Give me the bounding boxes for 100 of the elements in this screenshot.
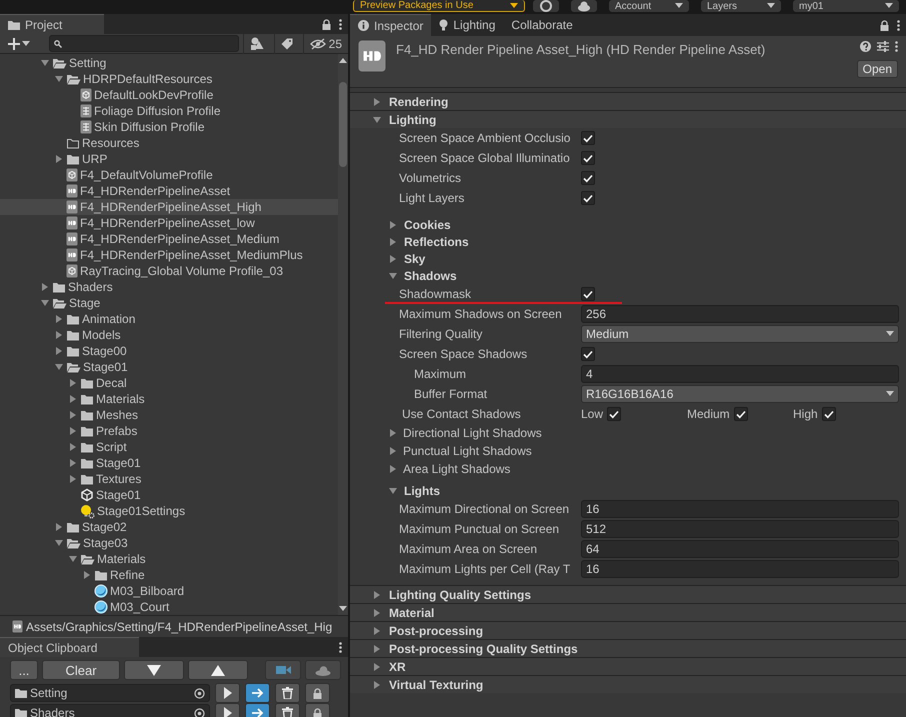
lock-button[interactable] <box>305 683 330 703</box>
tree-item[interactable]: Meshes <box>0 407 338 423</box>
help-icon[interactable] <box>860 41 871 52</box>
layout-dropdown[interactable]: my01 <box>793 0 899 12</box>
disclosure-triangle-icon[interactable] <box>69 427 77 435</box>
tree-item[interactable]: Foliage Diffusion Profile <box>0 103 338 119</box>
tree-item[interactable]: HDRPDefaultResources <box>0 71 338 87</box>
tree-item[interactable]: Script <box>0 439 338 455</box>
lock-icon[interactable] <box>322 18 331 30</box>
disclosure-triangle-icon[interactable] <box>389 447 397 455</box>
tree-item[interactable]: F4_HDRenderPipelineAsset_Medium <box>0 231 338 247</box>
disclosure-triangle-icon[interactable] <box>69 555 77 563</box>
panel-tab[interactable]: Project <box>0 14 104 34</box>
number-field[interactable]: 64 <box>581 540 899 558</box>
disclosure-triangle-icon[interactable] <box>55 315 63 323</box>
disclosure-triangle-icon[interactable] <box>389 465 397 473</box>
disclosure-triangle-icon[interactable] <box>83 571 91 579</box>
disclosure-triangle-icon[interactable] <box>69 379 77 387</box>
menu-icon[interactable] <box>897 20 900 30</box>
subsection-header[interactable]: Reflections <box>350 233 906 250</box>
number-field[interactable]: 16 <box>581 560 899 578</box>
target-icon[interactable] <box>194 708 205 717</box>
disclosure-triangle-icon[interactable] <box>41 283 49 291</box>
tree-item[interactable]: M03_Court <box>0 599 338 615</box>
disclosure-triangle-icon[interactable] <box>389 486 397 494</box>
dropdown[interactable]: Medium <box>581 325 899 343</box>
tree-item[interactable]: M03_Bilboard <box>0 583 338 599</box>
disclosure-triangle-icon[interactable] <box>373 626 381 634</box>
ping-button[interactable] <box>245 703 270 717</box>
tree-item[interactable]: Shaders <box>0 279 338 295</box>
section-header[interactable]: Rendering <box>350 92 906 110</box>
disclosure-triangle-icon[interactable] <box>69 475 77 483</box>
checkbox[interactable] <box>822 407 836 421</box>
tree-item[interactable]: Stage00 <box>0 343 338 359</box>
scroll-up-icon[interactable] <box>339 58 347 63</box>
number-field[interactable]: 4 <box>581 365 899 383</box>
lock-button[interactable] <box>305 703 330 717</box>
hidden-packages-button[interactable]: 25 <box>302 34 348 54</box>
cloud-button[interactable] <box>571 0 597 12</box>
select-button[interactable] <box>215 703 240 717</box>
disclosure-triangle-icon[interactable] <box>373 680 381 688</box>
disclosure-triangle-icon[interactable] <box>389 220 397 228</box>
preview-packages-dropdown[interactable]: Preview Packages in Use <box>353 0 525 12</box>
tree-item[interactable]: Models <box>0 327 338 343</box>
open-button[interactable]: Open <box>856 60 898 78</box>
tree-item[interactable]: DefaultLookDevProfile <box>0 87 338 103</box>
disclosure-triangle-icon[interactable] <box>69 443 77 451</box>
delete-button[interactable] <box>275 703 300 717</box>
checkbox[interactable] <box>581 131 595 145</box>
more-button[interactable]: ... <box>10 660 38 680</box>
subsection-header[interactable]: Shadows <box>350 267 906 284</box>
account-dropdown[interactable]: Account <box>609 0 689 12</box>
move-down-button[interactable] <box>124 660 184 680</box>
disclosure-triangle-icon[interactable] <box>55 75 63 83</box>
disclosure-triangle-icon[interactable] <box>55 523 63 531</box>
section-header[interactable]: Lighting Quality Settings <box>350 585 906 603</box>
disclosure-triangle-icon[interactable] <box>55 331 63 339</box>
disclosure-triangle-icon[interactable] <box>373 608 381 616</box>
tree-item[interactable]: Stage02 <box>0 519 338 535</box>
ping-button[interactable] <box>245 683 270 703</box>
foldout[interactable]: Directional Light Shadows <box>350 424 906 442</box>
number-field[interactable]: 512 <box>581 520 899 538</box>
object-field[interactable]: Shaders <box>10 704 210 717</box>
clear-button[interactable]: Clear <box>42 660 120 680</box>
tree-item[interactable]: Skin Diffusion Profile <box>0 119 338 135</box>
tree-item[interactable]: Stage <box>0 295 338 311</box>
disclosure-triangle-icon[interactable] <box>373 590 381 598</box>
disclosure-triangle-icon[interactable] <box>389 238 397 246</box>
tree-item[interactable]: Stage01 <box>0 487 338 503</box>
layers-dropdown[interactable]: Layers <box>701 0 781 12</box>
disclosure-triangle-icon[interactable] <box>373 644 381 652</box>
tree-item[interactable]: Stage01Settings <box>0 503 338 519</box>
scrollbar-thumb[interactable] <box>339 82 347 167</box>
disclosure-triangle-icon[interactable] <box>389 272 397 280</box>
disclosure-triangle-icon[interactable] <box>389 254 397 262</box>
tree-item[interactable]: Textures <box>0 471 338 487</box>
disclosure-triangle-icon[interactable] <box>41 299 49 307</box>
subsection-header[interactable]: Lights <box>350 482 906 499</box>
camera-button[interactable] <box>265 660 301 680</box>
section-header[interactable]: Post-processing Quality Settings <box>350 639 906 657</box>
tree-item[interactable]: Animation <box>0 311 338 327</box>
disclosure-triangle-icon[interactable] <box>389 429 397 437</box>
checkbox[interactable] <box>581 151 595 165</box>
disclosure-triangle-icon[interactable] <box>55 155 63 163</box>
tree-item[interactable]: F4_HDRenderPipelineAsset_High <box>0 199 338 215</box>
disclosure-triangle-icon[interactable] <box>41 59 49 67</box>
section-header[interactable]: Post-processing <box>350 621 906 639</box>
tree-item[interactable]: Materials <box>0 551 338 567</box>
subsection-header[interactable]: Sky <box>350 250 906 267</box>
section-header[interactable]: XR <box>350 657 906 675</box>
cloud-button[interactable] <box>305 660 341 680</box>
tree-item[interactable]: F4_HDRenderPipelineAsset_low <box>0 215 338 231</box>
scroll-down-icon[interactable] <box>339 606 347 611</box>
number-field[interactable]: 256 <box>581 305 899 323</box>
disclosure-triangle-icon[interactable] <box>69 459 77 467</box>
section-header[interactable]: Material <box>350 603 906 621</box>
checkbox[interactable] <box>581 347 595 361</box>
dropdown[interactable]: R16G16B16A16 <box>581 385 899 403</box>
tree-item[interactable]: Prefabs <box>0 423 338 439</box>
disclosure-triangle-icon[interactable] <box>69 395 77 403</box>
